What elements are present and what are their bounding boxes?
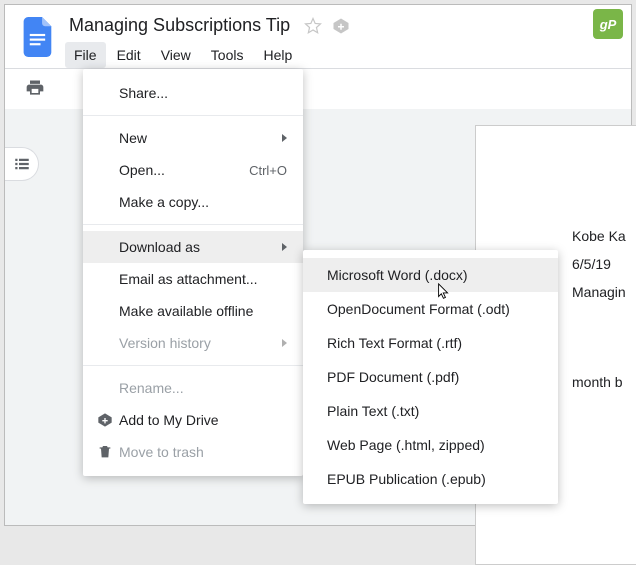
menu-version-history: Version history [83,327,303,359]
download-pdf[interactable]: PDF Document (.pdf) [303,360,558,394]
download-txt[interactable]: Plain Text (.txt) [303,394,558,428]
menubar: File Edit View Tools Help [65,42,615,68]
page-text: Kobe Ka [572,222,636,250]
menu-view[interactable]: View [152,42,200,68]
drive-icon [97,412,119,428]
print-icon[interactable] [25,78,45,101]
page-text: month b [572,368,636,396]
menu-tools[interactable]: Tools [202,42,253,68]
move-icon[interactable] [332,17,350,38]
outline-toggle[interactable] [5,147,39,181]
doc-title[interactable]: Managing Subscriptions Tip [65,13,294,38]
menu-available-offline[interactable]: Make available offline [83,295,303,327]
download-epub[interactable]: EPUB Publication (.epub) [303,462,558,496]
menu-rename: Rename... [83,372,303,404]
download-rtf[interactable]: Rich Text Format (.rtf) [303,326,558,360]
docs-logo-icon[interactable] [21,13,57,61]
download-odt[interactable]: OpenDocument Format (.odt) [303,292,558,326]
menu-file[interactable]: File [65,42,106,68]
page-text: Managin [572,278,636,306]
chevron-right-icon [282,134,287,142]
menu-share[interactable]: Share... [83,77,303,109]
download-word[interactable]: Microsoft Word (.docx) [303,258,558,292]
chevron-right-icon [282,339,287,347]
menu-download-as[interactable]: Download as [83,231,303,263]
trash-icon [97,444,119,460]
menu-help[interactable]: Help [254,42,301,68]
left-sidebar [5,109,51,525]
menu-edit[interactable]: Edit [108,42,150,68]
menu-move-trash: Move to trash [83,436,303,468]
menu-new[interactable]: New [83,122,303,154]
gp-extension-icon[interactable]: gP [593,9,623,39]
header: Managing Subscriptions Tip File Edit Vie… [5,5,631,69]
file-dropdown: Share... New Open...Ctrl+O Make a copy..… [83,69,303,476]
menu-open[interactable]: Open...Ctrl+O [83,154,303,186]
menu-add-my-drive[interactable]: Add to My Drive [83,404,303,436]
page-text: 6/5/19 [572,250,636,278]
menu-email-attachment[interactable]: Email as attachment... [83,263,303,295]
download-as-submenu: Microsoft Word (.docx) OpenDocument Form… [303,250,558,504]
download-html[interactable]: Web Page (.html, zipped) [303,428,558,462]
menu-make-copy[interactable]: Make a copy... [83,186,303,218]
chevron-right-icon [282,243,287,251]
star-icon[interactable] [304,17,322,38]
